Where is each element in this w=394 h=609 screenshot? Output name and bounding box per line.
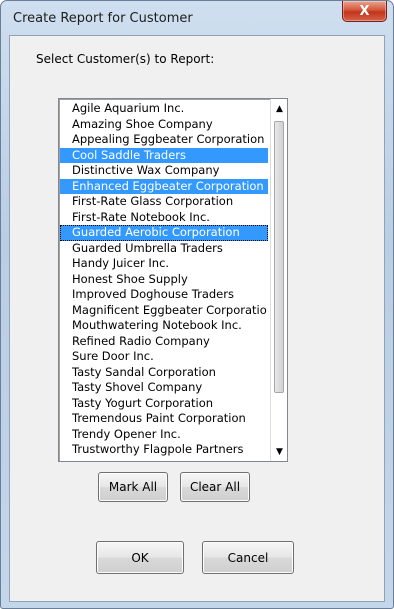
list-item[interactable]: Distinctive Wax Company [60, 163, 268, 179]
close-icon: X [359, 3, 370, 19]
scroll-up-button[interactable]: ▲ [272, 101, 287, 116]
vertical-scrollbar[interactable]: ▲ ▼ [270, 99, 287, 461]
list-item[interactable]: Appealing Eggbeater Corporation [60, 132, 268, 148]
triangle-up-icon: ▲ [276, 103, 283, 114]
list-item[interactable]: Mouthwatering Notebook Inc. [60, 318, 268, 334]
list-item[interactable]: Tasty Yogurt Corporation [60, 396, 268, 412]
customer-listbox[interactable]: Agile Aquarium Inc. Amazing Shoe Company A… [58, 98, 288, 462]
list-item[interactable]: Trustworthy Flagpole Partners [60, 442, 268, 458]
triangle-down-icon: ▼ [276, 446, 283, 457]
list-item[interactable]: First-Rate Glass Corporation [60, 194, 268, 210]
list-item[interactable]: Guarded Umbrella Traders [60, 241, 268, 257]
customer-list: Agile Aquarium Inc. Amazing Shoe Company A… [60, 101, 268, 458]
ok-button[interactable]: OK [96, 541, 184, 574]
list-item[interactable]: Amazing Shoe Company [60, 117, 268, 133]
list-item[interactable]: Magnificent Eggbeater Corporatio [60, 303, 268, 319]
scroll-thumb[interactable] [274, 121, 284, 393]
mark-all-button[interactable]: Mark All [98, 472, 168, 502]
list-item[interactable]: Tasty Shovel Company [60, 380, 268, 396]
list-item[interactable]: Improved Doghouse Traders [60, 287, 268, 303]
list-item[interactable]: Agile Aquarium Inc. [60, 101, 268, 117]
dialog-window: Create Report for Customer X Select Cust… [0, 0, 394, 609]
list-item[interactable]: Handy Juicer Inc. [60, 256, 268, 272]
clear-all-button[interactable]: Clear All [180, 472, 250, 502]
cancel-button[interactable]: Cancel [202, 541, 294, 574]
select-customers-label: Select Customer(s) to Report: [36, 52, 215, 66]
title-bar[interactable]: Create Report for Customer X [1, 1, 393, 35]
list-item[interactable]: Trendy Opener Inc. [60, 427, 268, 443]
list-item[interactable]: Guarded Aerobic Corporation [60, 225, 268, 241]
list-item[interactable]: First-Rate Notebook Inc. [60, 210, 268, 226]
close-button[interactable]: X [342, 1, 387, 22]
scroll-down-button[interactable]: ▼ [272, 444, 287, 459]
list-item[interactable]: Cool Saddle Traders [60, 147, 268, 163]
list-item[interactable]: Enhanced Eggbeater Corporation [60, 178, 268, 194]
list-item[interactable]: Tasty Sandal Corporation [60, 365, 268, 381]
list-item[interactable]: Tremendous Paint Corporation [60, 411, 268, 427]
dialog-client-area: Select Customer(s) to Report: Agile Aqua… [9, 35, 385, 602]
window-title: Create Report for Customer [13, 11, 193, 26]
list-item[interactable]: Sure Door Inc. [60, 349, 268, 365]
list-item[interactable]: Refined Radio Company [60, 334, 268, 350]
list-item[interactable]: Honest Shoe Supply [60, 272, 268, 288]
